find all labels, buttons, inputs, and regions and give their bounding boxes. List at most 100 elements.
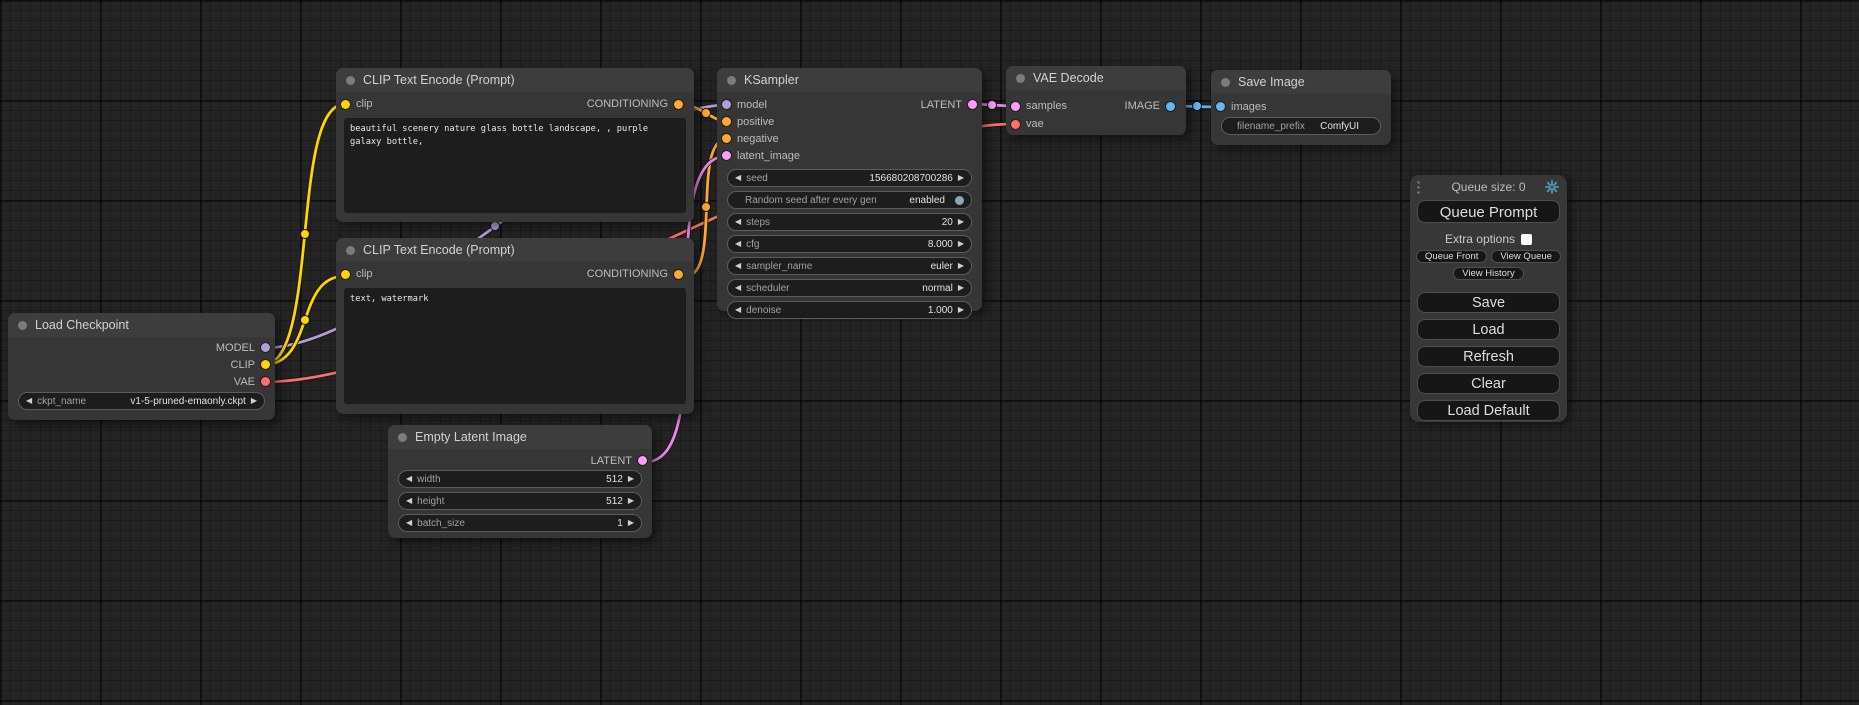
node-load-checkpoint[interactable]: Load Checkpoint MODEL CLIP VAE ◀ ckpt_na… (8, 313, 275, 420)
vae-port-icon[interactable] (1011, 120, 1020, 129)
latent-port-icon[interactable] (722, 151, 731, 160)
latent-port-icon[interactable] (1011, 102, 1020, 111)
node-collapse-dot[interactable] (1221, 78, 1230, 87)
decrement-arrow-icon[interactable]: ◀ (735, 262, 741, 270)
model-port-icon[interactable] (722, 100, 731, 109)
steps-widget[interactable]: ◀ steps 20 ▶ (727, 213, 972, 231)
height-widget[interactable]: ◀ height 512 ▶ (398, 492, 642, 510)
random-seed-toggle-widget[interactable]: Random seed after every gen enabled (727, 191, 972, 209)
node-collapse-dot[interactable] (1016, 74, 1025, 83)
conditioning-port-icon[interactable] (722, 117, 731, 126)
latent-port-icon[interactable] (968, 100, 977, 109)
conditioning-port-icon[interactable] (674, 270, 683, 279)
node-graph-canvas[interactable]: Load Checkpoint MODEL CLIP VAE ◀ ckpt_na… (0, 0, 1859, 705)
increment-arrow-icon[interactable]: ▶ (958, 262, 964, 270)
node-title: CLIP Text Encode (Prompt) (363, 243, 515, 257)
node-clip-text-encode-negative[interactable]: CLIP Text Encode (Prompt) clip CONDITION… (336, 238, 694, 414)
increment-arrow-icon[interactable]: ▶ (958, 306, 964, 314)
decrement-arrow-icon[interactable]: ◀ (406, 475, 412, 483)
ckpt-name-widget[interactable]: ◀ ckpt_name v1-5-pruned-emaonly.ckpt ▶ (18, 392, 265, 410)
view-queue-button[interactable]: View Queue (1491, 250, 1561, 263)
increment-arrow-icon[interactable]: ▶ (958, 174, 964, 182)
decrement-arrow-icon[interactable]: ◀ (26, 397, 32, 405)
load-default-button[interactable]: Load Default (1417, 400, 1560, 421)
link-middot-image (1193, 102, 1202, 111)
prompt-textarea[interactable]: text, watermark (344, 288, 686, 404)
menu-header: Queue size: 0 (1410, 175, 1567, 198)
toggle-enabled-icon[interactable] (955, 196, 964, 205)
input-slot-images: images (1211, 98, 1391, 115)
image-port-icon[interactable] (1216, 102, 1225, 111)
node-title-bar[interactable]: CLIP Text Encode (Prompt) (336, 238, 694, 262)
increment-arrow-icon[interactable]: ▶ (958, 218, 964, 226)
node-save-image[interactable]: Save Image images filename_prefix ComfyU… (1211, 70, 1391, 145)
node-ksampler[interactable]: KSampler LATENT model positive negative … (717, 68, 982, 311)
node-collapse-dot[interactable] (727, 76, 736, 85)
node-collapse-dot[interactable] (18, 321, 27, 330)
node-title: VAE Decode (1033, 71, 1104, 85)
view-history-button[interactable]: View History (1453, 267, 1524, 280)
batch-size-widget[interactable]: ◀ batch_size 1 ▶ (398, 514, 642, 532)
refresh-button[interactable]: Refresh (1417, 346, 1560, 367)
clear-button[interactable]: Clear (1417, 373, 1560, 394)
load-button[interactable]: Load (1417, 319, 1560, 340)
node-title-bar[interactable]: Load Checkpoint (8, 313, 275, 337)
link-middot-latent-out (988, 101, 997, 110)
increment-arrow-icon[interactable]: ▶ (958, 240, 964, 248)
scheduler-widget[interactable]: ◀ scheduler normal ▶ (727, 279, 972, 297)
increment-arrow-icon[interactable]: ▶ (958, 284, 964, 292)
input-slot-latent-image: latent_image (717, 147, 982, 164)
image-port-icon[interactable] (1166, 102, 1175, 111)
clip-port-icon[interactable] (341, 100, 350, 109)
slot-row: clip CONDITIONING (336, 262, 694, 286)
node-title-bar[interactable]: Empty Latent Image (388, 425, 652, 449)
extra-options-checkbox[interactable] (1521, 234, 1532, 245)
sampler-name-widget[interactable]: ◀ sampler_name euler ▶ (727, 257, 972, 275)
node-collapse-dot[interactable] (346, 246, 355, 255)
decrement-arrow-icon[interactable]: ◀ (735, 174, 741, 182)
drag-handle-icon[interactable] (1416, 180, 1421, 194)
prompt-textarea[interactable]: beautiful scenery nature glass bottle la… (344, 118, 686, 213)
conditioning-port-icon[interactable] (722, 134, 731, 143)
cfg-widget[interactable]: ◀ cfg 8.000 ▶ (727, 235, 972, 253)
denoise-widget[interactable]: ◀ denoise 1.000 ▶ (727, 301, 972, 319)
node-title-bar[interactable]: Save Image (1211, 70, 1391, 94)
width-widget[interactable]: ◀ width 512 ▶ (398, 470, 642, 488)
increment-arrow-icon[interactable]: ▶ (628, 497, 634, 505)
filename-prefix-widget[interactable]: filename_prefix ComfyUI (1221, 117, 1381, 135)
node-clip-text-encode-positive[interactable]: CLIP Text Encode (Prompt) clip CONDITION… (336, 68, 694, 222)
decrement-arrow-icon[interactable]: ◀ (406, 497, 412, 505)
save-button[interactable]: Save (1417, 292, 1560, 313)
model-port-icon[interactable] (261, 343, 270, 352)
conditioning-port-icon[interactable] (674, 100, 683, 109)
node-vae-decode[interactable]: VAE Decode samples IMAGE vae (1006, 66, 1186, 135)
decrement-arrow-icon[interactable]: ◀ (735, 306, 741, 314)
decrement-arrow-icon[interactable]: ◀ (735, 240, 741, 248)
node-collapse-dot[interactable] (346, 76, 355, 85)
settings-gear-icon[interactable] (1545, 180, 1559, 194)
decrement-arrow-icon[interactable]: ◀ (735, 284, 741, 292)
queue-prompt-button[interactable]: Queue Prompt (1417, 200, 1560, 223)
node-title-bar[interactable]: VAE Decode (1006, 66, 1186, 90)
vae-port-icon[interactable] (261, 377, 270, 386)
increment-arrow-icon[interactable]: ▶ (251, 397, 257, 405)
history-button-row: View History (1410, 267, 1567, 280)
node-collapse-dot[interactable] (398, 433, 407, 442)
queue-front-button[interactable]: Queue Front (1416, 250, 1487, 263)
seed-widget[interactable]: ◀ seed 156680208700286 ▶ (727, 169, 972, 187)
input-slot-vae: vae (1006, 115, 1186, 133)
decrement-arrow-icon[interactable]: ◀ (406, 519, 412, 527)
decrement-arrow-icon[interactable]: ◀ (735, 218, 741, 226)
node-empty-latent-image[interactable]: Empty Latent Image LATENT ◀ width 512 ▶ … (388, 425, 652, 538)
increment-arrow-icon[interactable]: ▶ (628, 519, 634, 527)
queue-size-label: Queue size: 0 (1451, 180, 1525, 194)
link-middot-positive (702, 109, 711, 118)
clip-port-icon[interactable] (341, 270, 350, 279)
clip-port-icon[interactable] (261, 360, 270, 369)
comfy-menu-panel: Queue size: 0 Queue Prompt Extra options… (1410, 175, 1567, 422)
node-title-bar[interactable]: CLIP Text Encode (Prompt) (336, 68, 694, 92)
input-slot-positive: positive (717, 113, 982, 130)
increment-arrow-icon[interactable]: ▶ (628, 475, 634, 483)
latent-port-icon[interactable] (638, 456, 647, 465)
node-title-bar[interactable]: KSampler (717, 68, 982, 92)
